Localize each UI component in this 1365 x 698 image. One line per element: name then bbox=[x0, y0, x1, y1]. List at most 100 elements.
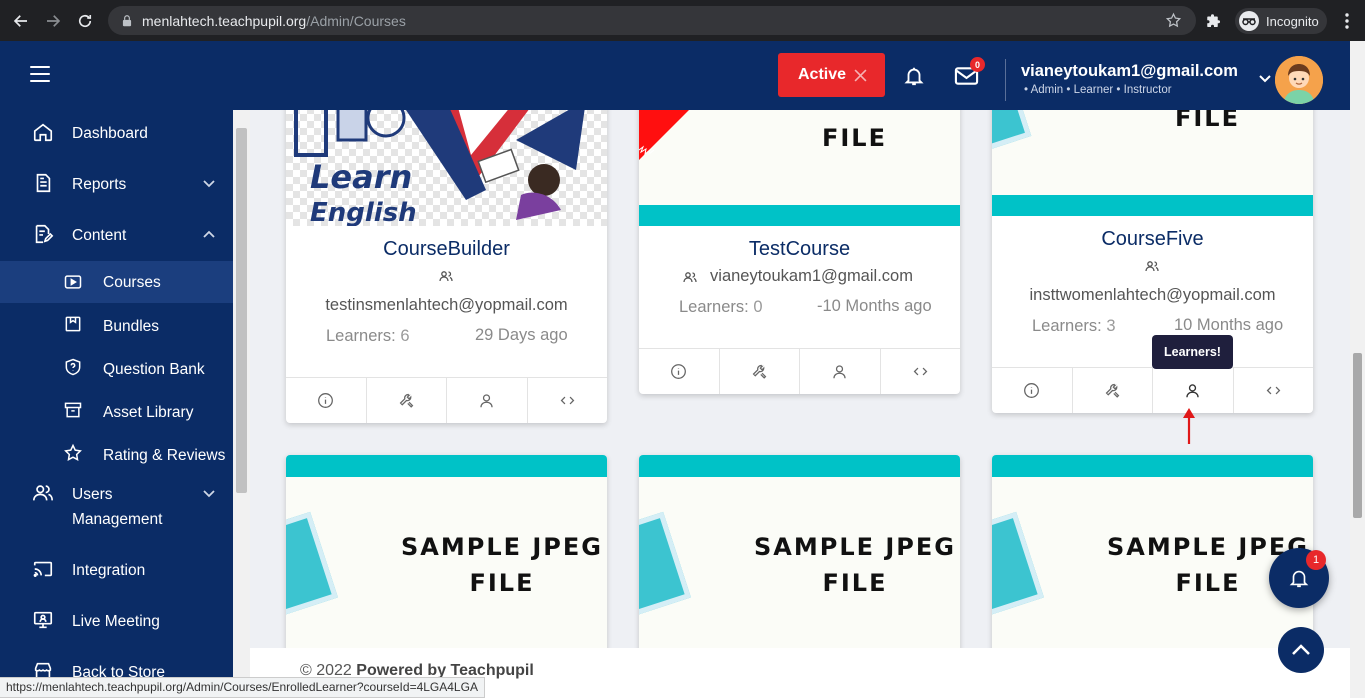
course-actions bbox=[639, 348, 960, 394]
forward-icon[interactable] bbox=[42, 10, 64, 32]
users-icon bbox=[1145, 261, 1159, 272]
scroll-to-top-button[interactable] bbox=[1278, 627, 1324, 673]
browser-menu-icon[interactable] bbox=[1345, 13, 1351, 29]
active-label: Active bbox=[798, 66, 847, 83]
address-bar[interactable]: menlahtech.teachpupil.org/Admin/Courses bbox=[108, 6, 1196, 35]
learners-button[interactable] bbox=[447, 378, 528, 423]
learners-count: Learners: 0 bbox=[679, 298, 763, 316]
tools-icon bbox=[399, 393, 414, 408]
sidebar-item-dashboard[interactable]: Dashboard bbox=[0, 121, 233, 146]
info-button[interactable] bbox=[286, 378, 367, 423]
extensions-icon[interactable] bbox=[1205, 12, 1223, 30]
active-status-button[interactable]: Active bbox=[778, 53, 885, 97]
learners-button[interactable] bbox=[1153, 368, 1234, 413]
star-icon bbox=[64, 443, 82, 461]
incognito-icon bbox=[1239, 11, 1259, 31]
code-icon bbox=[1266, 386, 1281, 395]
sidebar: Dashboard Reports Content Courses Bundle… bbox=[0, 110, 233, 698]
course-thumbnail[interactable]: FILE bbox=[639, 110, 960, 226]
thumb-photo-graphic bbox=[639, 511, 691, 623]
sidebar-scrollbar-thumb[interactable] bbox=[236, 128, 247, 493]
course-age: -10 Months ago bbox=[817, 297, 932, 315]
url-path: /Admin/Courses bbox=[306, 12, 406, 29]
sidebar-item-integration[interactable]: Integration bbox=[0, 558, 233, 583]
instructor-email: testinsmenlahtech@yopmail.com bbox=[325, 296, 568, 314]
course-thumbnail[interactable]: FILE bbox=[992, 110, 1313, 216]
learners-count: Learners: 6 bbox=[326, 327, 410, 345]
sidebar-item-asset-library[interactable]: Asset Library bbox=[0, 400, 233, 425]
header-divider bbox=[1005, 59, 1006, 101]
course-card-testcourse: FILE TestCourse vianeytoukam1@gmail.com … bbox=[639, 110, 960, 394]
url-host: menlahtech.teachpupil.org bbox=[142, 12, 307, 29]
course-title[interactable]: CourseFive bbox=[992, 228, 1313, 251]
incognito-indicator[interactable]: Incognito bbox=[1235, 8, 1327, 34]
sidebar-item-label: Integration bbox=[72, 562, 146, 579]
thumb-photo-graphic bbox=[992, 511, 1044, 623]
course-title[interactable]: CourseBuilder bbox=[286, 238, 607, 261]
bell-icon bbox=[1289, 570, 1309, 588]
chevron-down-icon[interactable] bbox=[202, 179, 216, 189]
settings-button[interactable] bbox=[1073, 368, 1153, 413]
user-roles: • Admin • Learner • Instructor bbox=[1024, 84, 1172, 96]
home-icon bbox=[33, 123, 53, 142]
thumb-text-file: FILE bbox=[1174, 110, 1240, 132]
sidebar-item-live-meeting[interactable]: Live Meeting bbox=[0, 609, 233, 634]
bookmark-star-icon[interactable] bbox=[1165, 12, 1182, 29]
thumb-band bbox=[639, 455, 960, 477]
course-thumbnail[interactable]: Learn English bbox=[286, 110, 607, 226]
notification-count-badge: 1 bbox=[1306, 550, 1326, 570]
avatar[interactable] bbox=[1275, 56, 1323, 104]
thumb-band bbox=[992, 195, 1313, 216]
menu-toggle-icon[interactable] bbox=[30, 66, 50, 82]
thumb-band bbox=[639, 205, 960, 226]
instructor-email: insttwomenlahtech@yopmail.com bbox=[1029, 286, 1276, 304]
sidebar-item-label: Live Meeting bbox=[72, 613, 160, 630]
info-button[interactable] bbox=[992, 368, 1073, 413]
sidebar-item-label: Question Bank bbox=[103, 361, 205, 378]
bell-icon[interactable] bbox=[903, 64, 925, 88]
info-icon bbox=[1024, 383, 1040, 398]
user-email[interactable]: vianeytoukam1@gmail.com bbox=[1021, 62, 1238, 81]
back-icon[interactable] bbox=[10, 10, 32, 32]
settings-button[interactable] bbox=[367, 378, 447, 423]
chevron-down-icon[interactable] bbox=[202, 489, 216, 499]
page-scrollbar-thumb[interactable] bbox=[1353, 353, 1362, 518]
course-age: 29 Days ago bbox=[475, 326, 568, 344]
archive-icon bbox=[64, 402, 82, 418]
content-edit-icon bbox=[35, 224, 54, 244]
info-icon bbox=[671, 364, 687, 379]
settings-button[interactable] bbox=[720, 349, 800, 394]
embed-button[interactable] bbox=[1234, 368, 1314, 413]
info-button[interactable] bbox=[639, 349, 720, 394]
code-icon bbox=[560, 396, 575, 405]
embed-button[interactable] bbox=[881, 349, 961, 394]
thumb-band bbox=[286, 455, 607, 477]
learners-button[interactable] bbox=[800, 349, 881, 394]
incognito-label: Incognito bbox=[1266, 13, 1319, 29]
course-title[interactable]: TestCourse bbox=[639, 238, 960, 261]
users-icon bbox=[33, 485, 53, 501]
sidebar-item-question-bank[interactable]: Question Bank bbox=[0, 357, 233, 382]
sidebar-item-bundles[interactable]: Bundles bbox=[0, 314, 233, 339]
mail-count-badge: 0 bbox=[970, 57, 985, 72]
sidebar-item-reports[interactable]: Reports bbox=[0, 172, 233, 197]
reload-icon[interactable] bbox=[74, 10, 96, 32]
sidebar-item-courses[interactable]: Courses bbox=[0, 261, 233, 303]
sidebar-item-content[interactable]: Content bbox=[0, 223, 233, 248]
learners-tooltip: Learners! bbox=[1152, 335, 1233, 369]
thumb-band bbox=[992, 455, 1313, 477]
chevron-up-icon[interactable] bbox=[202, 230, 216, 240]
thumb-text-line1: SAMPLE JPEG bbox=[401, 533, 603, 561]
sidebar-item-users-management[interactable]: Users Management bbox=[0, 482, 233, 532]
sidebar-item-label: Bundles bbox=[103, 318, 160, 335]
report-icon bbox=[36, 173, 51, 193]
tools-icon bbox=[752, 364, 767, 379]
embed-button[interactable] bbox=[528, 378, 608, 423]
lock-icon bbox=[122, 14, 132, 26]
courses-grid: Learn English CourseBuilder testinsmenla… bbox=[250, 110, 1350, 698]
sidebar-item-rating-reviews[interactable]: Rating & Reviews bbox=[0, 443, 233, 468]
bundle-icon bbox=[65, 316, 81, 332]
thumb-photo-graphic bbox=[286, 511, 338, 623]
chevron-down-icon[interactable] bbox=[1258, 74, 1272, 84]
users-icon bbox=[439, 271, 453, 282]
